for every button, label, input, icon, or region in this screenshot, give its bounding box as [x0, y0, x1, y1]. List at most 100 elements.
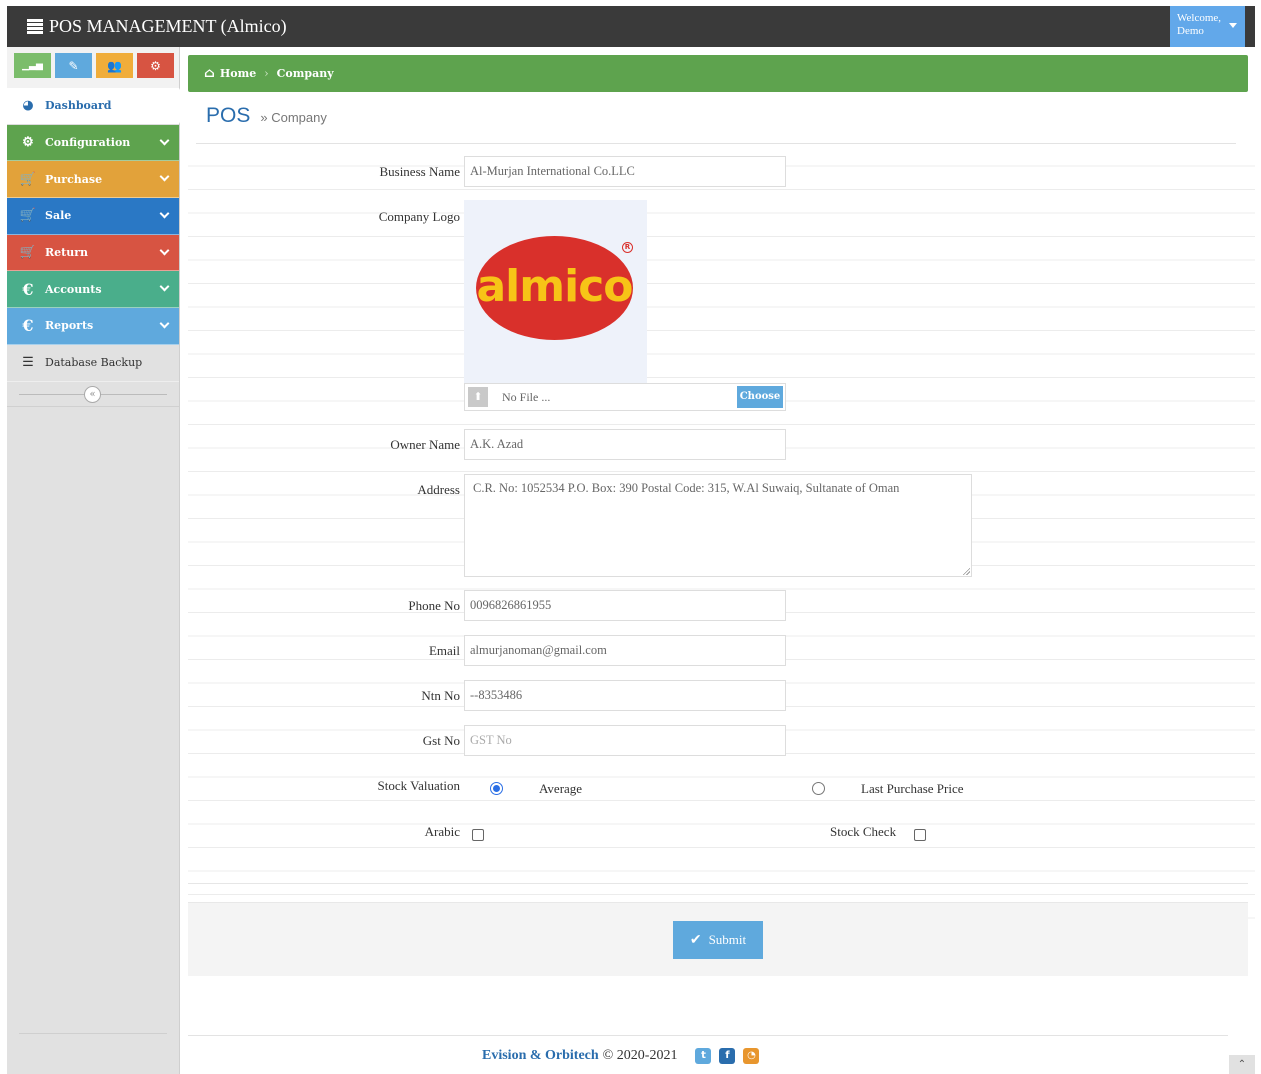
- sidebar-item-database-backup[interactable]: ☰ Database Backup: [7, 344, 179, 382]
- email-label: Email: [428, 643, 460, 658]
- sidebar-item-label: Dashboard: [45, 99, 112, 113]
- chevron-down-icon: [159, 281, 170, 292]
- signal-icon: ▁▃▅: [22, 60, 43, 71]
- sidebar-collapse-bar: «: [7, 382, 179, 407]
- phone-label: Phone No: [408, 598, 460, 613]
- cart-icon: 🛒: [19, 208, 37, 224]
- sidebar-item-label: Purchase: [45, 172, 103, 186]
- euro-icon: €: [22, 279, 34, 299]
- chevron-down-icon: [159, 135, 170, 146]
- breadcrumb: ⌂ Home › Company: [188, 55, 1248, 92]
- company-logo-label: Company Logo: [378, 209, 460, 224]
- breadcrumb-current: Company: [276, 67, 334, 80]
- owner-name-input[interactable]: A.K. Azad: [464, 429, 786, 460]
- double-chevron-up-icon: ⌃: [1237, 1059, 1247, 1070]
- rss-icon[interactable]: ◔: [743, 1048, 760, 1064]
- business-name-label: Business Name: [379, 164, 460, 179]
- form-actions: ✔ Submit: [188, 902, 1248, 976]
- registered-mark-icon: R: [622, 242, 633, 253]
- user-menu[interactable]: Welcome, Demo: [1170, 6, 1245, 47]
- scroll-to-top-button[interactable]: ⌃: [1229, 1055, 1255, 1074]
- resize-grip-icon[interactable]: [962, 567, 970, 575]
- choose-file-button[interactable]: Choose: [737, 386, 783, 408]
- double-chevron-left-icon: «: [89, 388, 96, 400]
- sidebar-item-label: Return: [45, 246, 89, 260]
- shortcut-signal-button[interactable]: ▁▃▅: [14, 53, 51, 78]
- breadcrumb-separator-icon: ›: [264, 67, 269, 80]
- top-navbar: POS MANAGEMENT (Almico) Welcome, Demo: [7, 6, 1255, 47]
- main-content: ⌂ Home › Company POS » Company Business …: [181, 47, 1255, 1074]
- app-brand[interactable]: POS MANAGEMENT (Almico): [27, 16, 287, 37]
- menu-icon: [27, 18, 43, 35]
- sidebar-item-label: Accounts: [45, 282, 102, 296]
- chevron-down-icon: [159, 208, 170, 219]
- stock-valuation-average-radio[interactable]: [490, 782, 503, 795]
- app-frame: POS MANAGEMENT (Almico) Welcome, Demo ▁▃…: [7, 6, 1255, 1074]
- users-icon: 👥: [107, 58, 122, 73]
- sidebar-item-label: Reports: [45, 319, 94, 333]
- caret-down-icon: [1229, 23, 1237, 28]
- facebook-icon[interactable]: f: [719, 1048, 736, 1064]
- gst-input[interactable]: GST No: [464, 725, 786, 756]
- cart-icon: 🛒: [19, 245, 37, 261]
- submit-button[interactable]: ✔ Submit: [673, 921, 763, 959]
- twitter-icon[interactable]: t: [695, 1048, 712, 1064]
- company-logo-image: almico R: [464, 200, 647, 383]
- stock-check-label: Stock Check: [830, 824, 897, 839]
- sidebar-item-return[interactable]: 🛒 Return: [7, 234, 179, 272]
- footer-brand-link[interactable]: Evision & Orbitech: [482, 1048, 599, 1064]
- dashboard-icon: ◕: [22, 98, 34, 114]
- sidebar-item-label: Sale: [45, 209, 72, 223]
- cart-icon: 🛒: [19, 171, 37, 187]
- stock-valuation-last-purchase-radio[interactable]: [812, 782, 825, 795]
- ntn-label: Ntn No: [421, 688, 460, 703]
- ntn-input[interactable]: --8353486: [464, 680, 786, 711]
- shortcut-cogs-button[interactable]: ⚙: [137, 53, 174, 78]
- euro-icon: €: [22, 316, 34, 336]
- address-textarea[interactable]: C.R. No: 1052534 P.O. Box: 390 Postal Co…: [464, 474, 972, 577]
- arabic-checkbox[interactable]: [472, 829, 484, 841]
- page-header: POS » Company: [206, 104, 327, 128]
- footer: Evision & Orbitech © 2020-2021 t f ◔: [188, 1035, 1228, 1074]
- shortcut-users-button[interactable]: 👥: [96, 53, 133, 78]
- check-icon: ✔: [689, 932, 702, 948]
- database-icon: ☰: [22, 355, 34, 371]
- phone-input[interactable]: 0096826861955: [464, 590, 786, 621]
- sidebar-item-dashboard[interactable]: ◕ Dashboard: [7, 88, 188, 125]
- chevron-down-icon: [159, 245, 170, 256]
- shortcut-pencil-button[interactable]: ✎: [55, 53, 92, 78]
- sidebar-shortcuts: ▁▃▅ ✎ 👥 ⚙: [7, 47, 179, 88]
- business-name-input[interactable]: Al-Murjan International Co.LLC: [464, 156, 786, 187]
- sidebar-item-configuration[interactable]: ⚙ Configuration: [7, 124, 179, 162]
- sidebar: ▁▃▅ ✎ 👥 ⚙ ◕ Dashboard ⚙ Configuration 🛒 …: [7, 47, 188, 1074]
- chevron-down-icon: [159, 318, 170, 329]
- address-text: C.R. No: 1052534 P.O. Box: 390 Postal Co…: [473, 481, 900, 495]
- logo-file-input[interactable]: ⬆ No File ... Choose: [464, 383, 786, 411]
- cogs-icon: ⚙: [150, 58, 161, 73]
- page-title: POS: [206, 104, 251, 127]
- address-label: Address: [417, 482, 460, 497]
- stock-valuation-last-purchase-label: Last Purchase Price: [861, 781, 964, 796]
- sidebar-item-purchase[interactable]: 🛒 Purchase: [7, 161, 179, 199]
- email-input[interactable]: almurjanoman@gmail.com: [464, 635, 786, 666]
- breadcrumb-home-link[interactable]: Home: [220, 67, 256, 80]
- gst-label: Gst No: [422, 733, 460, 748]
- app-title: POS MANAGEMENT (Almico): [49, 16, 287, 36]
- sidebar-item-sale[interactable]: 🛒 Sale: [7, 198, 179, 235]
- stock-check-checkbox[interactable]: [914, 829, 926, 841]
- stock-valuation-label: Stock Valuation: [377, 778, 460, 793]
- company-logo-text: almico: [476, 260, 633, 312]
- sidebar-item-reports[interactable]: € Reports: [7, 308, 179, 345]
- chevron-down-icon: [159, 171, 170, 182]
- submit-label: Submit: [708, 932, 747, 947]
- owner-name-label: Owner Name: [390, 437, 460, 452]
- sidebar-item-accounts[interactable]: € Accounts: [7, 271, 179, 309]
- page-subtitle: » Company: [260, 110, 327, 125]
- arabic-label: Arabic: [424, 824, 460, 839]
- cogs-icon: ⚙: [22, 135, 34, 151]
- upload-icon: ⬆: [468, 387, 488, 407]
- stock-valuation-average-label: Average: [539, 781, 583, 796]
- sidebar-collapse-button[interactable]: «: [84, 385, 101, 403]
- home-icon: ⌂: [204, 66, 215, 81]
- footer-copyright: © 2020-2021: [602, 1048, 678, 1063]
